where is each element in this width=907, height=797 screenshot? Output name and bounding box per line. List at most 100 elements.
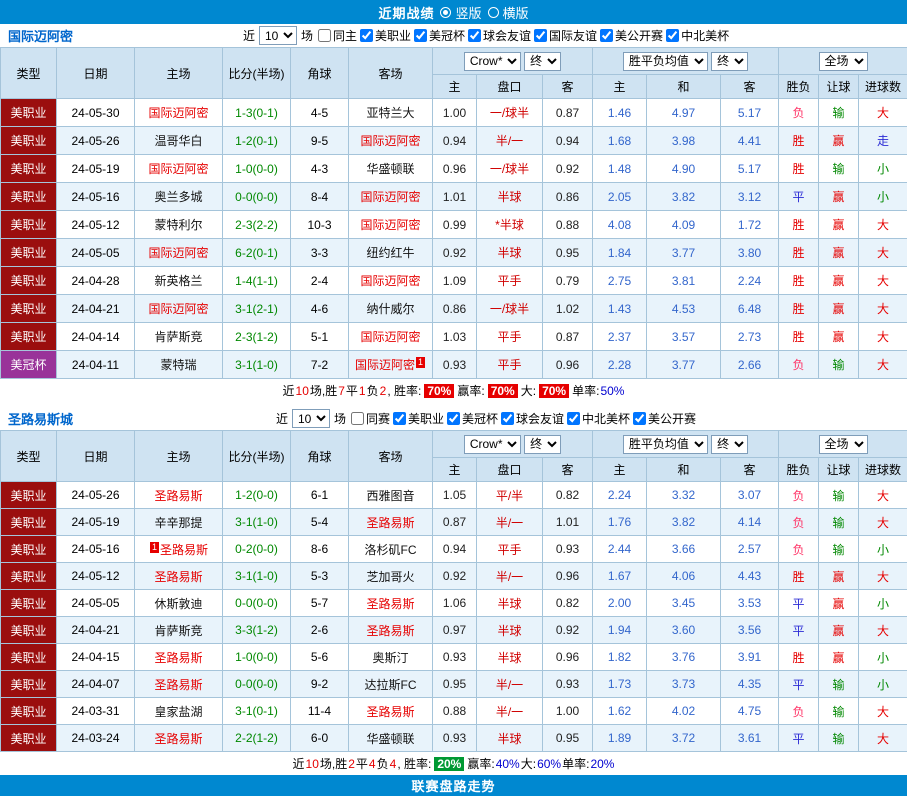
filter-checkbox[interactable] (567, 412, 580, 425)
team-name[interactable]: 圣路易斯 (366, 597, 414, 611)
filter-checkbox[interactable] (501, 412, 514, 425)
europe-final-select[interactable]: 终 (711, 435, 748, 454)
filter-checkbox-option[interactable]: 美职业 (360, 27, 411, 44)
away-team-cell: 华盛顿联 (349, 155, 433, 183)
filter-checkbox-option[interactable]: 美冠杯 (447, 410, 498, 427)
team-title[interactable]: 圣路易斯城 (8, 409, 73, 428)
filter-checkbox-option[interactable]: 球会友谊 (468, 27, 531, 44)
team-name[interactable]: 新英格兰 (154, 274, 202, 288)
away-team-cell: 国际迈阿密 (349, 211, 433, 239)
team-name[interactable]: 圣路易斯 (160, 543, 208, 557)
result-cell: 胜 (779, 239, 819, 267)
filter-checkbox[interactable] (666, 29, 679, 42)
handicap-result-cell: 赢 (819, 563, 859, 590)
team-name[interactable]: 华盛顿联 (366, 732, 414, 746)
filter-checkbox-option[interactable]: 中北美杯 (567, 410, 630, 427)
team-title[interactable]: 国际迈阿密 (8, 26, 73, 45)
filter-checkbox-option[interactable]: 美公开赛 (600, 27, 663, 44)
scope-select[interactable]: 全场 (819, 435, 868, 454)
team-name[interactable]: 国际迈阿密 (148, 246, 208, 260)
team-name[interactable]: 蒙特利尔 (154, 218, 202, 232)
team-name[interactable]: 圣路易斯 (154, 489, 202, 503)
summary-text: 10 (306, 757, 319, 771)
filter-checkbox-label: 美公开赛 (615, 27, 663, 44)
filter-checkbox[interactable] (447, 412, 460, 425)
team-name[interactable]: 西雅图音 (366, 489, 414, 503)
team-name[interactable]: 圣路易斯 (154, 732, 202, 746)
odds-company-select[interactable]: Crow* (464, 435, 521, 454)
layout-horizontal-radio[interactable] (488, 7, 499, 18)
filter-controls: 近 10 场 同主美职业美冠杯球会友谊国际友谊美公开赛中北美杯 (73, 26, 899, 45)
europe-final-select[interactable]: 终 (711, 52, 748, 71)
filter-checkbox[interactable] (393, 412, 406, 425)
team-name[interactable]: 国际迈阿密 (360, 134, 420, 148)
europe-avg-select[interactable]: 胜平负均值 (623, 52, 708, 71)
scope-select[interactable]: 全场 (819, 52, 868, 71)
odds-company-select[interactable]: Crow* (464, 52, 521, 71)
team-name[interactable]: 肯萨斯竞 (154, 624, 202, 638)
match-count-select[interactable]: 10 (259, 26, 297, 45)
filter-checkbox-option[interactable]: 球会友谊 (501, 410, 564, 427)
filter-checkbox[interactable] (414, 29, 427, 42)
team-name[interactable]: 纽约红牛 (366, 246, 414, 260)
team-name[interactable]: 国际迈阿密 (360, 218, 420, 232)
asia-final-select[interactable]: 终 (524, 52, 561, 71)
filter-checkbox-option[interactable]: 美职业 (393, 410, 444, 427)
red-card-badge: 1 (416, 357, 425, 368)
asia-final-select[interactable]: 终 (524, 435, 561, 454)
team-name[interactable]: 华盛顿联 (366, 162, 414, 176)
europe-avg-select[interactable]: 胜平负均值 (623, 435, 708, 454)
col-handicap-result: 让球 (819, 458, 859, 482)
team-name[interactable]: 圣路易斯 (366, 516, 414, 530)
team-name[interactable]: 国际迈阿密 (148, 106, 208, 120)
team-name[interactable]: 亚特兰大 (366, 106, 414, 120)
layout-vertical-option[interactable]: 竖版 (440, 3, 481, 22)
filter-checkbox[interactable] (468, 29, 481, 42)
team-name[interactable]: 圣路易斯 (366, 624, 414, 638)
filter-checkbox-option[interactable]: 美冠杯 (414, 27, 465, 44)
team-name[interactable]: 芝加哥火 (366, 570, 414, 584)
team-name[interactable]: 洛杉矶FC (365, 543, 417, 557)
layout-vertical-radio[interactable] (440, 7, 451, 18)
filter-checkbox[interactable] (360, 29, 373, 42)
team-name[interactable]: 辛辛那提 (154, 516, 202, 530)
team-name[interactable]: 圣路易斯 (154, 678, 202, 692)
team-name[interactable]: 纳什威尔 (366, 302, 414, 316)
match-count-select[interactable]: 10 (292, 409, 330, 428)
filter-checkbox[interactable] (633, 412, 646, 425)
filter-checkbox[interactable] (318, 29, 331, 42)
score-cell: 1-3(0-1) (223, 99, 291, 127)
team-name[interactable]: 国际迈阿密 (360, 330, 420, 344)
filter-checkbox-option[interactable]: 中北美杯 (666, 27, 729, 44)
team-name[interactable]: 圣路易斯 (154, 570, 202, 584)
team-name[interactable]: 奥兰多城 (154, 190, 202, 204)
layout-horizontal-option[interactable]: 横版 (488, 3, 529, 22)
team-name[interactable]: 国际迈阿密 (148, 162, 208, 176)
team-name[interactable]: 奥斯汀 (372, 651, 408, 665)
team-name[interactable]: 国际迈阿密 (360, 274, 420, 288)
team-name[interactable]: 国际迈阿密 (360, 190, 420, 204)
team-name[interactable]: 温哥华白 (154, 134, 202, 148)
col-asia-away: 客 (543, 458, 593, 482)
team-name[interactable]: 国际迈阿密 (148, 302, 208, 316)
filter-checkbox-option[interactable]: 同主 (318, 27, 357, 44)
team-name[interactable]: 圣路易斯 (154, 651, 202, 665)
team-name[interactable]: 达拉斯FC (365, 678, 417, 692)
team-name[interactable]: 肯萨斯竞 (154, 330, 202, 344)
team-name[interactable]: 国际迈阿密 (355, 358, 415, 372)
asia-away-odds: 0.79 (543, 267, 593, 295)
filter-checkbox-option[interactable]: 同赛 (351, 410, 390, 427)
table-header-row-1: 类型 日期 主场 比分(半场) 角球 客场 Crow* 终 胜平负均值 终 (1, 48, 907, 75)
topbar: 近期战绩 竖版 横版 (0, 0, 907, 24)
filter-checkbox-option[interactable]: 美公开赛 (633, 410, 696, 427)
team-name[interactable]: 休斯敦迪 (154, 597, 202, 611)
filter-checkbox[interactable] (351, 412, 364, 425)
filter-checkbox-option[interactable]: 国际友谊 (534, 27, 597, 44)
summary-text: 大: (521, 382, 536, 399)
goals-cell: 大 (859, 211, 907, 239)
team-name[interactable]: 圣路易斯 (366, 705, 414, 719)
team-name[interactable]: 皇家盐湖 (154, 705, 202, 719)
filter-checkbox[interactable] (534, 29, 547, 42)
team-name[interactable]: 蒙特瑞 (160, 358, 196, 372)
filter-checkbox[interactable] (600, 29, 613, 42)
